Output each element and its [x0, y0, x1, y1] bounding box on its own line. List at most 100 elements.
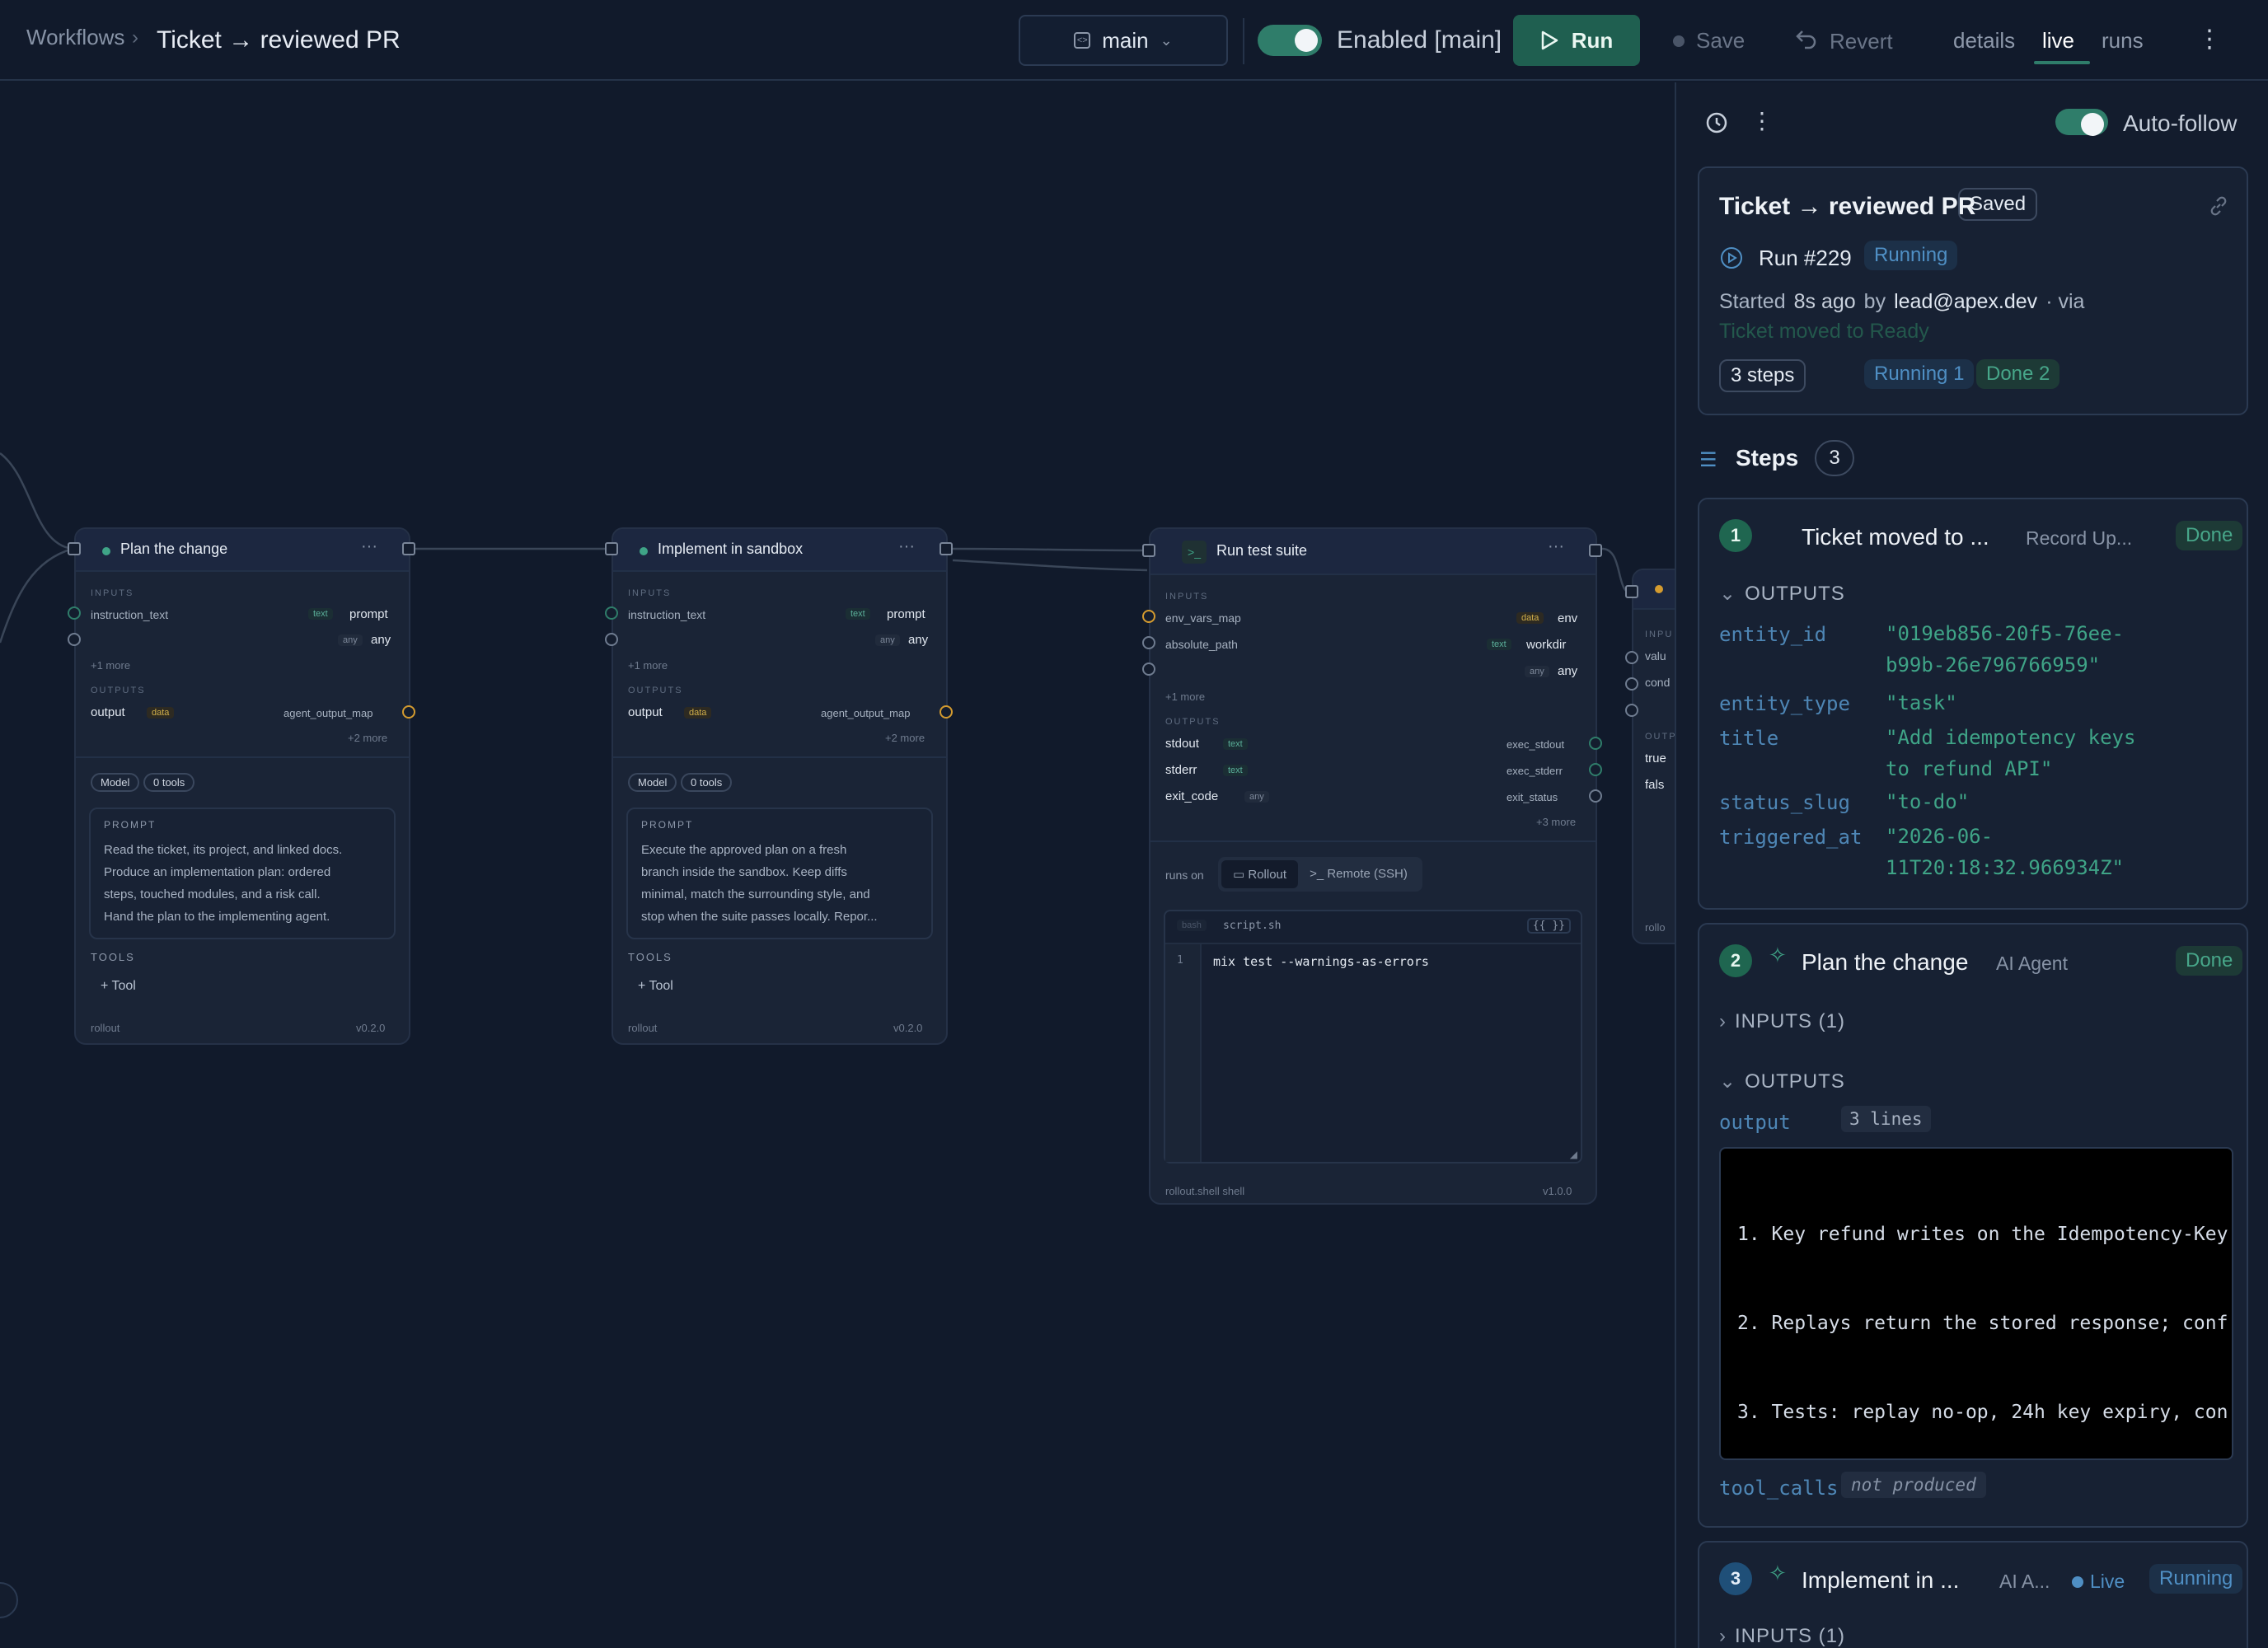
- tab-runs[interactable]: runs: [2102, 28, 2144, 54]
- output-text-box[interactable]: 1. Key refund writes on the Idempotency-…: [1719, 1147, 2233, 1460]
- input-field-name: env_vars_map: [1165, 611, 1241, 625]
- more-outputs-link[interactable]: +2 more: [348, 732, 387, 744]
- node-in-handle[interactable]: [605, 542, 618, 555]
- type-tag: any: [338, 634, 363, 646]
- terminal-icon: >_: [1182, 541, 1207, 564]
- tools-heading: TOOLS: [628, 951, 672, 963]
- add-tool-button[interactable]: + Tool: [638, 979, 673, 994]
- output-pin[interactable]: [1589, 737, 1602, 750]
- status-dot-icon: [102, 547, 110, 555]
- branch-selector[interactable]: <> main ⌄: [1019, 15, 1228, 66]
- input-pin[interactable]: [605, 606, 618, 620]
- outputs-heading: OUTPUTS: [91, 686, 146, 695]
- more-inputs-link[interactable]: +1 more: [628, 659, 668, 672]
- input-pin[interactable]: [1625, 651, 1638, 664]
- insert-variable-button[interactable]: {{ }}: [1526, 918, 1571, 934]
- node-plan-the-change[interactable]: Plan the change ··· INPUTS instruction_t…: [74, 527, 410, 1045]
- outputs-toggle[interactable]: ⌄ OUTPUTS: [1719, 1070, 1845, 1093]
- inputs-toggle[interactable]: › INPUTS (1): [1719, 1010, 1845, 1033]
- more-outputs-link[interactable]: +2 more: [885, 732, 925, 744]
- breadcrumb-workflows[interactable]: Workflows: [26, 25, 124, 50]
- input-pin[interactable]: [1625, 677, 1638, 691]
- output-value: "019eb856-20f5-76ee- b99b-26e796766959": [1886, 622, 2124, 677]
- trigger-link[interactable]: Ticket moved to Ready: [1719, 320, 1929, 344]
- outputs-toggle[interactable]: ⌄ OUTPUTS: [1719, 582, 1845, 606]
- input-pin[interactable]: [605, 633, 618, 646]
- panel-more-icon[interactable]: ⋮: [1750, 107, 1774, 134]
- more-menu-icon[interactable]: ⋮: [2197, 25, 2222, 54]
- prompt-box[interactable]: PROMPT Read the ticket, its project, and…: [89, 808, 396, 939]
- resize-handle-icon[interactable]: ◢: [1570, 1149, 1577, 1160]
- node-footer-version: v0.2.0: [893, 1022, 923, 1034]
- output-pin[interactable]: [402, 705, 415, 719]
- output-pin[interactable]: [940, 705, 953, 719]
- auto-follow-toggle[interactable]: [2055, 109, 2108, 136]
- enabled-toggle[interactable]: [1258, 25, 1322, 56]
- runs-on-rollout[interactable]: ▭ Rollout: [1221, 860, 1299, 888]
- outputs-heading: OUTPUTS: [1165, 717, 1221, 727]
- type-tag: text: [846, 608, 870, 620]
- save-button[interactable]: Save: [1673, 28, 1745, 54]
- prompt-box[interactable]: PROMPT Execute the approved plan on a fr…: [626, 808, 933, 939]
- tools-count-pill[interactable]: 0 tools: [681, 773, 733, 792]
- node-in-handle[interactable]: [68, 542, 81, 555]
- more-outputs-link[interactable]: +3 more: [1536, 816, 1576, 828]
- run-button[interactable]: Run: [1513, 15, 1640, 66]
- step-card-1[interactable]: 1 Ticket moved to ... Record Up... Done …: [1698, 498, 2248, 910]
- code-line[interactable]: mix test --warnings-as-errors: [1213, 954, 1429, 969]
- model-pill[interactable]: Model: [628, 773, 677, 792]
- output-field-name: stdout: [1165, 737, 1199, 751]
- tab-live[interactable]: live: [2042, 28, 2074, 54]
- runs-on-remote-ssh[interactable]: >_ Remote (SSH): [1298, 860, 1419, 888]
- copy-link-icon[interactable]: [2207, 194, 2230, 222]
- node-footer-provider: rollout: [91, 1022, 120, 1034]
- tab-details[interactable]: details: [1953, 28, 2015, 54]
- step-card-3[interactable]: 3 ✧ Implement in ... AI A... Live Runnin…: [1698, 1541, 2248, 1648]
- input-target: prompt: [349, 607, 388, 621]
- type-tag: data: [684, 707, 712, 719]
- node-out-handle[interactable]: [940, 542, 953, 555]
- input-pin[interactable]: [1142, 636, 1155, 649]
- divider: [613, 756, 946, 758]
- type-tag: text: [308, 608, 333, 620]
- more-inputs-link[interactable]: +1 more: [1165, 691, 1205, 703]
- input-pin[interactable]: [1142, 610, 1155, 623]
- history-icon[interactable]: [1704, 110, 1729, 139]
- step-title: Implement in ...: [1802, 1567, 1960, 1593]
- run-play-icon: [1719, 246, 1744, 274]
- inputs-toggle[interactable]: › INPUTS (1): [1719, 1625, 1845, 1648]
- output-pin[interactable]: [1589, 789, 1602, 803]
- node-implement-in-sandbox[interactable]: Implement in sandbox ··· INPUTS instruct…: [612, 527, 948, 1045]
- workflow-canvas[interactable]: Plan the change ··· INPUTS instruction_t…: [0, 82, 1675, 1648]
- output-target: agent_output_map: [821, 707, 911, 719]
- node-title: Run test suite: [1216, 542, 1308, 559]
- divider: [76, 756, 409, 758]
- node-header[interactable]: [1633, 570, 1675, 610]
- node-in-handle[interactable]: [1625, 585, 1638, 598]
- node-out-handle[interactable]: [1589, 544, 1602, 557]
- node-condition-partial[interactable]: INPU valu cond OUTP true fals rollo: [1632, 569, 1675, 944]
- input-pin[interactable]: [68, 606, 81, 620]
- input-pin[interactable]: [68, 633, 81, 646]
- node-header[interactable]: >_ Run test suite ···: [1150, 529, 1596, 575]
- tools-count-pill[interactable]: 0 tools: [143, 773, 195, 792]
- node-more-icon[interactable]: ···: [361, 537, 377, 556]
- node-more-icon[interactable]: ···: [1548, 537, 1564, 556]
- more-inputs-link[interactable]: +1 more: [91, 659, 130, 672]
- node-run-test-suite[interactable]: >_ Run test suite ··· INPUTS env_vars_ma…: [1149, 527, 1597, 1205]
- node-in-handle[interactable]: [1142, 544, 1155, 557]
- step-card-2[interactable]: 2 ✧ Plan the change AI Agent Done › INPUT…: [1698, 923, 2248, 1528]
- model-pill[interactable]: Model: [91, 773, 140, 792]
- node-header[interactable]: Implement in sandbox ···: [613, 529, 946, 572]
- script-editor[interactable]: bash script.sh {{ }} 1 mix test --warnin…: [1164, 910, 1582, 1163]
- runs-on-toggle[interactable]: ▭ Rollout >_ Remote (SSH): [1218, 857, 1422, 892]
- output-pin[interactable]: [1589, 763, 1602, 776]
- add-tool-button[interactable]: + Tool: [101, 979, 136, 994]
- input-pin[interactable]: [1142, 662, 1155, 676]
- node-header[interactable]: Plan the change ···: [76, 529, 409, 572]
- node-more-icon[interactable]: ···: [898, 537, 915, 556]
- revert-button[interactable]: Revert: [1795, 28, 1893, 55]
- node-out-handle[interactable]: [402, 542, 415, 555]
- input-pin[interactable]: [1625, 704, 1638, 717]
- not-produced-badge: not produced: [1841, 1472, 1986, 1498]
